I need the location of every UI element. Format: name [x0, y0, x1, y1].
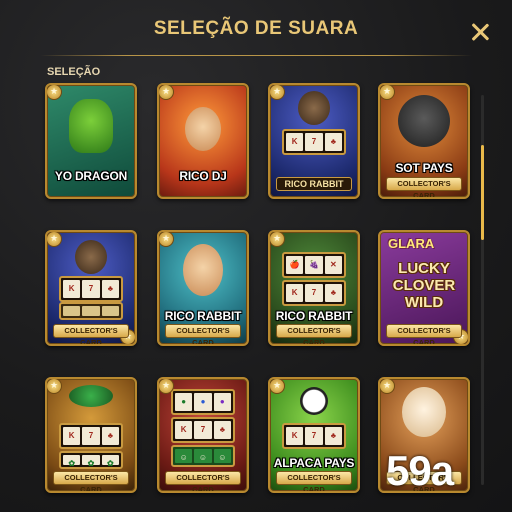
- star-icon: ★: [47, 379, 62, 394]
- slot-reels: K 7 ♣: [282, 423, 346, 449]
- game-card-collector-3[interactable]: ● ● ● K 7 ♣ ☺ ☺ ☺ ★ COLLECTOR'S CARD: [157, 377, 249, 493]
- turtle-icon: [69, 385, 113, 407]
- card-subtitle: GLARA: [388, 236, 435, 251]
- game-card-rico-dj[interactable]: ★ RICO DJ: [157, 83, 249, 199]
- dragon-icon: [69, 99, 113, 153]
- card-title: YO DRAGON: [54, 169, 128, 183]
- slot-reels: ● ● ●: [171, 389, 235, 415]
- collectors-card-badge: COLLECTOR'S CARD: [386, 324, 462, 344]
- star-icon: ★: [270, 232, 285, 247]
- collectors-card-badge: COLLECTOR'S CARD: [276, 471, 352, 491]
- collectors-card-badge: COLLECTOR'S CARD: [386, 177, 462, 197]
- star-icon: ★: [47, 232, 62, 247]
- section-label: SELEÇÃO: [47, 66, 101, 78]
- card-title: ALPACA PAYS: [273, 456, 355, 470]
- game-card-collector-1[interactable]: K7♣ ★ ★ COLLECTOR'S CARD: [45, 230, 137, 346]
- card-title: RICO RABBIT: [164, 309, 242, 323]
- game-card-rico-rabbit-3[interactable]: 🍎 🍇 ✕ K 7 ♣ RICO RABBIT ★ COLLECTOR'S CARD: [268, 230, 360, 346]
- collectors-card-badge: COLLECTOR'S CARD: [53, 471, 129, 491]
- gorilla-icon: [75, 240, 107, 274]
- slot-reels: K 7 ♣: [59, 423, 123, 449]
- header: SELEÇÃO DE SUARA: [0, 0, 512, 58]
- slot-reels: K 7 ♣: [171, 417, 235, 443]
- star-icon: ★: [159, 85, 174, 100]
- gorilla-icon: [298, 91, 330, 125]
- slot-reels: 🍎 🍇 ✕: [282, 252, 346, 278]
- close-icon[interactable]: [470, 22, 490, 42]
- card-title: RICO RABBIT: [276, 177, 352, 191]
- game-card-rico-rabbit-2[interactable]: RICO RABBIT ★ COLLECTOR'S CARD: [157, 230, 249, 346]
- scroll-thumb[interactable]: [481, 145, 484, 240]
- collectors-card-badge: COLLECTOR'S CARD: [165, 324, 241, 344]
- star-icon: ★: [380, 85, 395, 100]
- collectors-card-badge: COLLECTOR'S CARD: [165, 471, 241, 491]
- game-card-lucky-clover-wild[interactable]: GLARA LUCKY CLOVER WILD ★ COLLECTOR'S CA…: [378, 230, 470, 346]
- slot-reels: K 7 ♣: [59, 276, 123, 302]
- card-title: RICO DJ: [179, 169, 227, 183]
- star-icon: ★: [159, 379, 174, 394]
- gorilla-icon: [398, 95, 450, 147]
- slot-reels: ☺ ☺ ☺: [171, 445, 235, 467]
- star-icon: ★: [380, 379, 395, 394]
- card-title: LUCKY CLOVER WILD: [392, 260, 456, 311]
- slot-reels: [59, 302, 123, 320]
- slot-reels: K 7 ♣: [282, 129, 346, 155]
- game-card-yo-dragon[interactable]: ★ YO DRAGON: [45, 83, 137, 199]
- card-title: RICO RABBIT: [275, 309, 353, 323]
- watermark-text: 59a: [386, 447, 454, 494]
- star-icon: ★: [159, 232, 174, 247]
- rabbit-icon: [183, 244, 223, 296]
- rabbit-icon: [185, 107, 221, 151]
- alpaca-icon: [402, 387, 446, 437]
- star-icon: ★: [47, 85, 62, 100]
- game-card-sot-pays[interactable]: SOT PAYS ★ COLLECTOR'S CARD: [378, 83, 470, 199]
- game-card-collector-2[interactable]: K 7 ♣ ✿ ✿ ✿ ★ COLLECTOR'S CARD: [45, 377, 137, 493]
- collectors-card-badge: COLLECTOR'S CARD: [53, 324, 129, 344]
- game-card-rico-rabbit[interactable]: K 7 ♣ ★ RICO RABBIT: [268, 83, 360, 199]
- collectors-card-badge: COLLECTOR'S CARD: [276, 324, 352, 344]
- star-icon: ★: [270, 379, 285, 394]
- divider: [40, 55, 472, 56]
- star-icon: ★: [270, 85, 285, 100]
- slot-reels: K 7 ♣: [282, 280, 346, 306]
- card-title: SOT PAYS: [395, 161, 453, 175]
- game-card-alpaca-pays[interactable]: K 7 ♣ ALPACA PAYS ★ COLLECTOR'S CARD: [268, 377, 360, 493]
- panda-icon: [300, 387, 328, 415]
- page-title: SELEÇÃO DE SUARA: [153, 18, 359, 39]
- slot-reels: ✿ ✿ ✿: [59, 451, 123, 469]
